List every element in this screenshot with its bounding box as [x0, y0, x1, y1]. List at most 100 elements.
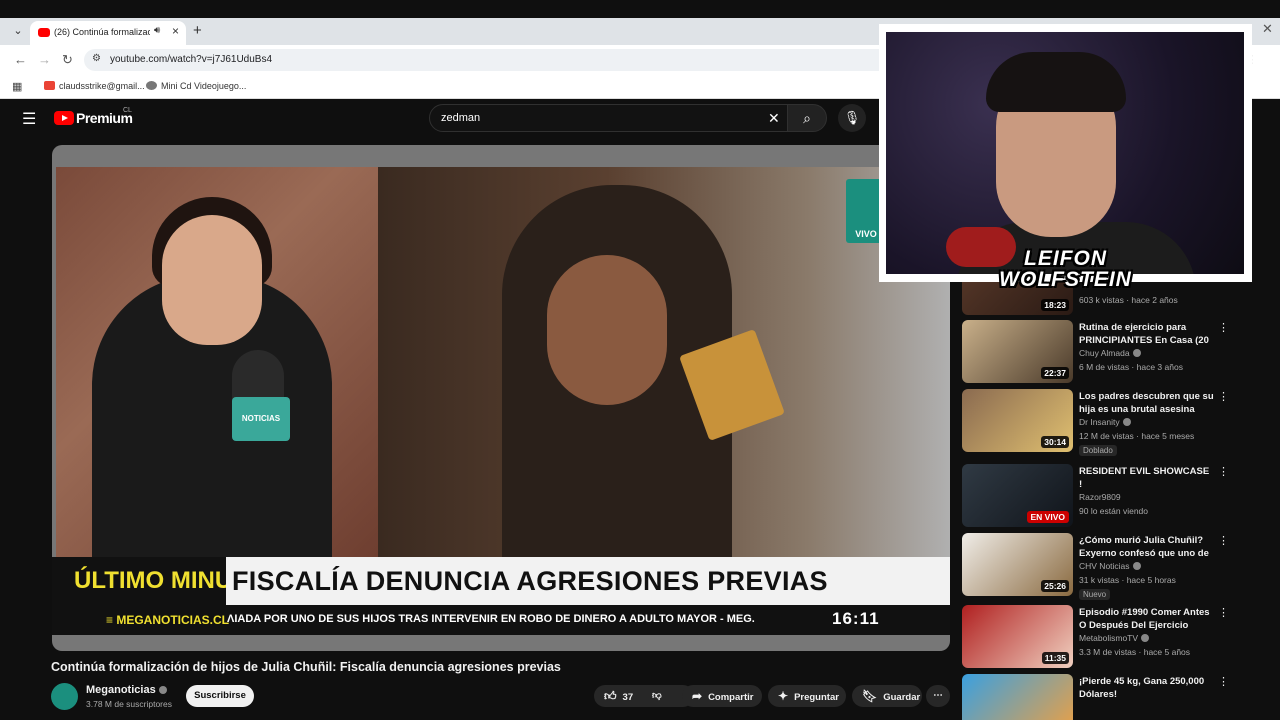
sidebar-channel[interactable]: Razor9809 [1079, 492, 1121, 502]
subscribe-button[interactable]: Suscribirse [186, 685, 254, 707]
save-label: Guardar [883, 692, 921, 703]
new-tab-icon[interactable]: + [193, 22, 202, 39]
close-tab-icon[interactable]: × [172, 24, 179, 38]
youtube-favicon-icon [38, 28, 50, 37]
site-info-icon[interactable]: ⚙︎ [92, 53, 101, 64]
like-dislike-group: 👍︎ 37 👎︎ [594, 685, 694, 707]
sidebar-video-title[interactable]: Episodio #1990 Comer Antes O Después Del… [1079, 606, 1214, 632]
channel-name[interactable]: Meganoticias [86, 684, 167, 696]
sidebar-video-item[interactable]: ¡Pierde 45 kg, Gana 250,000 Dólares! ⋮ [962, 674, 1242, 720]
sidebar-video-title[interactable]: Rutina de ejercicio para PRINCIPIANTES E… [1079, 321, 1214, 348]
country-code: CL [123, 107, 132, 114]
channel-avatar[interactable] [51, 683, 78, 710]
screen: ⌄ (26) Continúa formalizació 🔊︎ × + ✕ ← … [0, 0, 1280, 720]
sidebar-video-item[interactable]: 11:35 Episodio #1990 Comer Antes O Despué… [962, 605, 1242, 669]
sidebar-video-meta: 3.3 M de vistas · hace 5 años [1079, 647, 1191, 657]
sidebar-video-meta: 6 M de vistas · hace 3 años [1079, 362, 1183, 372]
sidebar-more-icon[interactable]: ⋮ [1218, 675, 1229, 688]
video-thumbnail[interactable]: 11:35 [962, 605, 1073, 668]
bookmark-mini-cd[interactable]: Mini Cd Videojuego... [146, 81, 246, 91]
reload-icon[interactable]: ↻ [62, 52, 73, 68]
sidebar-video-title[interactable]: ¿Cómo murió Julia Chuñil? Exyerno confes… [1079, 534, 1214, 561]
forward-icon[interactable]: → [38, 52, 51, 67]
video-thumbnail[interactable]: 22:37 [962, 320, 1073, 383]
lower-third-headline: FISCALÍA DENUNCIA AGRESIONES PREVIAS [232, 566, 828, 596]
voice-search-button[interactable]: 🎙︎ [838, 104, 866, 132]
tab-search-icon[interactable]: ⌄ [10, 24, 26, 40]
ticker-site: ≡ MEGANOTICIAS.CL [106, 613, 229, 627]
sidebar-video-item[interactable]: EN VIVO RESIDENT EVIL SHOWCASE ! Razor9809… [962, 464, 1242, 528]
sidebar-channel[interactable]: CHV Noticias [1079, 561, 1141, 571]
sidebar-channel[interactable]: Chuy Almada [1079, 348, 1141, 358]
ask-label: Preguntar [794, 692, 839, 703]
sidebar-more-icon[interactable]: ⋮ [1218, 390, 1229, 403]
duration-badge: 25:26 [1041, 580, 1069, 592]
verified-icon [1132, 562, 1141, 570]
sidebar-channel[interactable]: Dr Insanity [1079, 417, 1131, 427]
sidebar-channel-name: Dr Insanity [1079, 417, 1120, 427]
search-icon: ⌕ [803, 110, 811, 126]
share-label: Compartir [708, 692, 754, 703]
streamer-name-line1: LEIFON [1024, 247, 1107, 270]
globe-icon [146, 81, 157, 90]
verified-icon [158, 686, 167, 694]
sidebar-video-item[interactable]: 30:14 Los padres descubren que su hija es… [962, 389, 1242, 456]
microphone-icon: 🎙︎ [843, 110, 861, 125]
share-button[interactable]: ➦ Compartir [682, 685, 762, 707]
video-player[interactable]: NOTICIAS VIVO ÚLTIMO MINUTO FISCALÍA DEN… [52, 145, 950, 651]
sidebar-more-icon[interactable]: ⋮ [1218, 534, 1229, 547]
video-thumbnail[interactable] [962, 674, 1073, 720]
more-actions-button[interactable]: ⋯ [926, 685, 950, 707]
bookmark-gmail[interactable]: claudsstrike@gmail... [44, 81, 145, 91]
dislike-icon[interactable]: 👎︎ [652, 685, 662, 707]
sidebar-video-item[interactable]: 25:26 ¿Cómo murió Julia Chuñil? Exyerno c… [962, 533, 1242, 600]
ask-button[interactable]: ✦ Preguntar [768, 685, 846, 707]
duration-badge: 22:37 [1041, 367, 1069, 379]
sidebar-video-title[interactable]: ¡Pierde 45 kg, Gana 250,000 Dólares! [1079, 675, 1214, 701]
active-tab[interactable]: (26) Continúa formalizació 🔊︎ × [30, 21, 186, 45]
duration-badge: 18:23 [1041, 299, 1069, 311]
news-ticker: ≡ MEGANOTICIAS.CL ɅIADA POR UNO DE SUS H… [52, 605, 950, 635]
like-icon[interactable]: 👍︎ [604, 685, 617, 707]
more-icon: ⋯ [933, 690, 943, 701]
back-icon[interactable]: ← [14, 52, 27, 67]
apps-grid-icon[interactable]: ▦ [12, 80, 22, 93]
microphone-flag: NOTICIAS [232, 397, 290, 441]
reporter-face [162, 215, 262, 345]
tab-title: (26) Continúa formalizació [54, 27, 150, 37]
sidebar-video-item[interactable]: 22:37 Rutina de ejercicio para PRINCIPIAN… [962, 320, 1242, 384]
sidebar-video-meta: 90 lo están viendo [1079, 506, 1148, 516]
video-title: Continúa formalización de hijos de Julia… [51, 660, 561, 674]
search-input[interactable]: zedman ✕ [429, 104, 789, 132]
clear-search-icon[interactable]: ✕ [768, 110, 780, 127]
breaking-label: ÚLTIMO MINUTO [52, 557, 226, 605]
url-text: youtube.com/watch?v=j7J61UduBs4 [110, 54, 273, 65]
sidebar-video-title[interactable]: Los padres descubren que su hija es una … [1079, 390, 1214, 416]
search-button[interactable]: ⌕ [787, 104, 827, 132]
sidebar-video-title[interactable]: RESIDENT EVIL SHOWCASE ! [1079, 465, 1214, 491]
webcam-overlay [879, 24, 1252, 282]
close-window-icon[interactable]: ✕ [1262, 21, 1273, 37]
verified-icon [1132, 349, 1141, 357]
bookmark-label: claudsstrike@gmail... [59, 81, 145, 91]
sidebar-more-icon[interactable]: ⋮ [1218, 321, 1229, 334]
sidebar-video-meta: 31 k vistas · hace 5 horas [1079, 575, 1176, 585]
save-button[interactable]: 🔖︎ Guardar [852, 685, 922, 707]
menu-icon[interactable]: ☰ [22, 109, 36, 129]
sidebar-channel-name: MetabolismoTV [1079, 633, 1139, 643]
speaker-icon[interactable]: 🔊︎ [154, 25, 160, 36]
sidebar-more-icon[interactable]: ⋮ [1218, 606, 1229, 619]
video-thumbnail[interactable]: 30:14 [962, 389, 1073, 452]
sidebar-video-tag: Nuevo [1079, 589, 1111, 600]
duration-badge: 30:14 [1041, 436, 1069, 448]
video-thumbnail[interactable]: EN VIVO [962, 464, 1073, 527]
ticker-message: ɅIADA POR UNO DE SUS HIJOS TRAS INTERVEN… [227, 613, 755, 625]
youtube-logo-icon[interactable] [54, 111, 74, 125]
ticker-time: 16:11 [832, 609, 880, 628]
channel-name-text: Meganoticias [86, 684, 156, 696]
sidebar-channel[interactable]: MetabolismoTV [1079, 633, 1150, 643]
sidebar-channel-name: Razor9809 [1079, 492, 1121, 502]
sidebar-more-icon[interactable]: ⋮ [1218, 465, 1229, 478]
video-thumbnail[interactable]: 25:26 [962, 533, 1073, 596]
like-count[interactable]: 37 [623, 692, 634, 703]
